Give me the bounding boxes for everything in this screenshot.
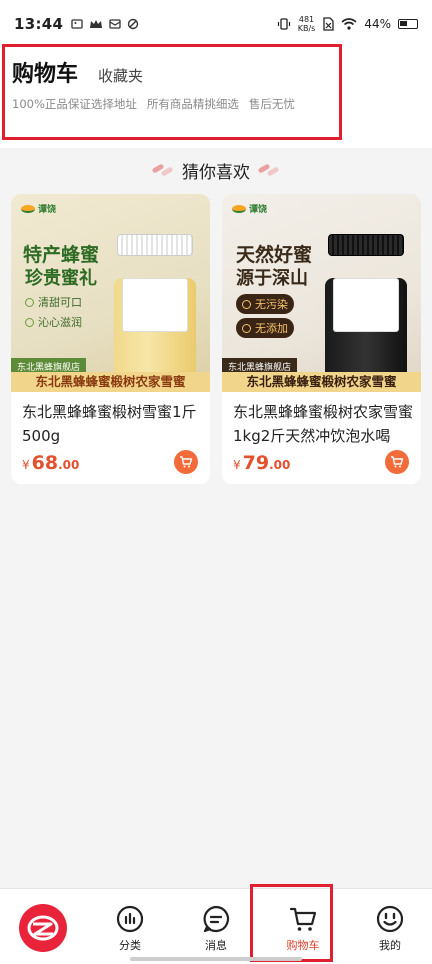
status-bar: 13:44 481 KB/s 44%	[0, 0, 432, 48]
brand-logo: 谭饶	[232, 202, 267, 215]
image-tag-label: 清甜可口	[38, 296, 82, 309]
net-speed-unit: KB/s	[297, 24, 316, 33]
brand-logo-text: 谭饶	[38, 205, 57, 215]
check-icon	[25, 317, 34, 327]
vibrate-icon	[277, 18, 290, 30]
app-logo-icon	[27, 915, 59, 941]
battery-icon	[398, 19, 418, 29]
net-speed-value: 481	[298, 15, 315, 24]
check-icon	[242, 323, 251, 333]
bottom-nav: 分类 消息 购物车 我的	[0, 888, 432, 964]
image-tag: 沁心滋润	[25, 314, 82, 330]
brand-logo-icon	[21, 204, 35, 213]
image-tags: 无污染 无添加	[236, 294, 294, 338]
jar-lid	[328, 234, 404, 256]
status-time: 13:44	[14, 15, 64, 33]
profile-icon	[376, 905, 404, 933]
jar-body	[325, 278, 407, 384]
nav-item-category[interactable]: 分类	[100, 905, 160, 953]
jar-body	[114, 278, 196, 384]
image-tag-label: 沁心滋润	[38, 316, 82, 329]
mail-icon	[109, 19, 121, 29]
price-symbol: ¥	[233, 458, 241, 472]
product-price: ¥ 68 .00	[22, 452, 79, 474]
check-icon	[25, 297, 34, 307]
brand-logo: 谭饶	[21, 202, 56, 215]
check-icon	[242, 299, 251, 309]
image-subheadline: 珍贵蜜礼	[25, 268, 97, 289]
image-tag-label: 无污染	[255, 298, 288, 311]
image-icon	[71, 19, 83, 29]
pill-decoration-icon	[257, 162, 280, 177]
image-subheadline: 源于深山	[236, 268, 308, 289]
image-tag: 清甜可口	[25, 294, 82, 310]
home-indicator[interactable]	[130, 957, 302, 961]
nav-item-profile[interactable]: 我的	[360, 905, 420, 953]
jar-label	[122, 278, 188, 332]
image-tag: 无污染	[236, 294, 294, 314]
image-tags: 清甜可口 沁心滋润	[25, 294, 82, 330]
product-image[interactable]: 谭饶 天然好蜜 源于深山 无污染 无添加 东北黑蜂旗舰店 东北黑蜂蜂蜜椴树农家雪…	[222, 194, 421, 392]
status-notification-icons	[71, 18, 139, 30]
promo-band: 东北黑蜂蜂蜜椴树农家雪蜜	[222, 372, 421, 392]
add-to-cart-button[interactable]	[174, 450, 198, 474]
status-right: 481 KB/s 44%	[277, 15, 418, 33]
crown-icon	[90, 20, 103, 28]
highlight-box-header	[2, 44, 342, 140]
recommend-title: 猜你喜欢	[182, 163, 250, 183]
product-name[interactable]: 东北黑蜂蜂蜜椴树农家雪蜜1kg2斤天然冲饮泡水喝	[233, 400, 413, 448]
price-integer: 68	[31, 452, 59, 474]
recommend-section-title: 猜你喜欢	[0, 158, 432, 183]
jar-lid	[117, 234, 193, 256]
cart-add-icon	[391, 456, 404, 468]
product-name[interactable]: 东北黑蜂蜂蜜椴树雪蜜1斤500g	[22, 400, 202, 448]
category-icon	[116, 905, 144, 933]
honey-jar-image	[325, 234, 407, 384]
image-tag-label: 无添加	[255, 322, 288, 335]
pill-decoration-icon	[151, 162, 174, 177]
nav-item-messages[interactable]: 消息	[186, 905, 246, 953]
product-card[interactable]: 谭饶 特产蜂蜜 珍贵蜜礼 清甜可口 沁心滋润 东北黑蜂旗舰店 东北黑蜂蜂蜜椴树农…	[11, 194, 210, 484]
price-symbol: ¥	[22, 458, 30, 472]
highlight-box-nav	[250, 884, 333, 962]
product-card[interactable]: 谭饶 天然好蜜 源于深山 无污染 无添加 东北黑蜂旗舰店 东北黑蜂蜂蜜椴树农家雪…	[222, 194, 421, 484]
promo-band: 东北黑蜂蜂蜜椴树农家雪蜜	[11, 372, 210, 392]
price-integer: 79	[242, 452, 270, 474]
no-sim-icon	[323, 17, 334, 31]
price-decimal: .00	[269, 458, 291, 472]
image-tag: 无添加	[236, 318, 294, 338]
battery-percent: 44%	[364, 17, 391, 31]
sync-icon	[128, 18, 139, 30]
brand-logo-text: 谭饶	[249, 205, 268, 215]
nav-label: 消息	[205, 939, 227, 952]
product-price: ¥ 79 .00	[233, 452, 290, 474]
message-icon	[203, 905, 230, 933]
jar-label	[333, 278, 399, 332]
nav-label: 分类	[119, 939, 141, 952]
net-speed: 481 KB/s	[298, 15, 316, 33]
wifi-icon	[341, 18, 357, 30]
brand-logo-icon	[232, 204, 246, 213]
honey-jar-image	[114, 234, 196, 384]
home-logo-button[interactable]	[19, 904, 67, 952]
product-image[interactable]: 谭饶 特产蜂蜜 珍贵蜜礼 清甜可口 沁心滋润 东北黑蜂旗舰店 东北黑蜂蜂蜜椴树农…	[11, 194, 210, 392]
image-headline: 天然好蜜	[236, 244, 313, 266]
price-decimal: .00	[58, 458, 80, 472]
cart-add-icon	[180, 456, 193, 468]
image-headline: 特产蜂蜜	[23, 244, 100, 266]
add-to-cart-button[interactable]	[385, 450, 409, 474]
nav-label: 我的	[379, 939, 401, 952]
